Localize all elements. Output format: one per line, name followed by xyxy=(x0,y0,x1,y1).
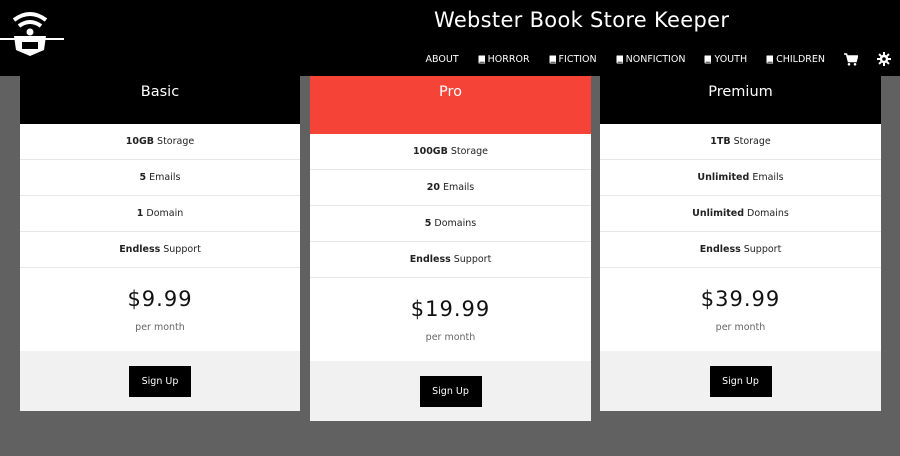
plan-premium: Premium 1TB Storage Unlimited Emails Unlim… xyxy=(600,76,881,411)
book-icon xyxy=(704,55,712,63)
price: $39.99 xyxy=(700,287,781,311)
feature-row: 100GB Storage xyxy=(310,134,591,170)
main-nav: ABOUT HORROR FICTION NONFICTION YOUTH CH… xyxy=(426,48,900,70)
nav-label: HORROR xyxy=(487,53,530,65)
feature-row: 1TB Storage xyxy=(600,124,881,160)
feature-row: 5 Domains xyxy=(310,206,591,242)
feature-row: Endless Support xyxy=(20,232,300,268)
signup-button-basic[interactable]: Sign Up xyxy=(129,365,191,397)
site-header: Webster Book Store Keeper ABOUT HORROR F… xyxy=(0,0,900,76)
plan-footer: Sign Up xyxy=(20,351,300,411)
plan-pro: Pro 100GB Storage 20 Emails 5 Domains Endle… xyxy=(310,76,591,421)
feature-row: 10GB Storage xyxy=(20,124,300,160)
cart-icon[interactable] xyxy=(844,52,858,66)
book-icon xyxy=(478,55,485,63)
nav-label: ABOUT xyxy=(425,53,459,65)
price-period: per month xyxy=(135,322,185,333)
nav-label: CHILDREN xyxy=(776,53,825,65)
gear-icon[interactable] xyxy=(877,52,891,66)
price: $9.99 xyxy=(127,287,193,311)
signup-button-premium[interactable]: Sign Up xyxy=(709,365,772,397)
feature-row: 1 Domain xyxy=(20,196,300,232)
nav-youth[interactable]: YOUTH xyxy=(704,54,747,65)
nav-about[interactable]: ABOUT xyxy=(426,54,459,65)
feature-row: Endless Support xyxy=(310,242,591,278)
plan-basic: Basic 10GB Storage 5 Emails 1 Domain Endles… xyxy=(20,76,300,411)
book-icon xyxy=(766,55,774,63)
plan-title: Premium xyxy=(600,76,881,124)
feature-row: Unlimited Emails xyxy=(600,160,881,196)
price-box: $9.99 per month xyxy=(20,268,300,350)
plan-footer: Sign Up xyxy=(600,351,881,411)
feature-row: 20 Emails xyxy=(310,170,591,206)
plan-footer: Sign Up xyxy=(310,361,591,421)
price-period: per month xyxy=(715,322,766,333)
price: $19.99 xyxy=(410,297,491,321)
nav-fiction[interactable]: FICTION xyxy=(549,54,597,65)
book-icon xyxy=(616,55,623,63)
nav-label: NONFICTION xyxy=(625,53,686,65)
plan-title: Basic xyxy=(20,76,300,124)
nav-horror[interactable]: HORROR xyxy=(478,54,530,65)
plan-title: Pro xyxy=(310,76,591,134)
book-icon xyxy=(549,55,556,63)
nav-label: FICTION xyxy=(558,53,597,65)
nav-label: YOUTH xyxy=(714,53,748,65)
signup-button-pro[interactable]: Sign Up xyxy=(419,375,482,407)
price-box: $39.99 per month xyxy=(600,268,881,350)
wifi-shield-logo-icon[interactable] xyxy=(0,6,64,58)
price-box: $19.99 per month xyxy=(310,278,591,360)
feature-row: Unlimited Domains xyxy=(600,196,881,232)
nav-children[interactable]: CHILDREN xyxy=(766,54,825,65)
page: Webster Book Store Keeper ABOUT HORROR F… xyxy=(0,0,900,456)
site-title: Webster Book Store Keeper xyxy=(434,8,730,32)
feature-row: 5 Emails xyxy=(20,160,300,196)
feature-row: Endless Support xyxy=(600,232,881,268)
nav-nonfiction[interactable]: NONFICTION xyxy=(616,53,686,65)
price-period: per month xyxy=(425,332,476,343)
